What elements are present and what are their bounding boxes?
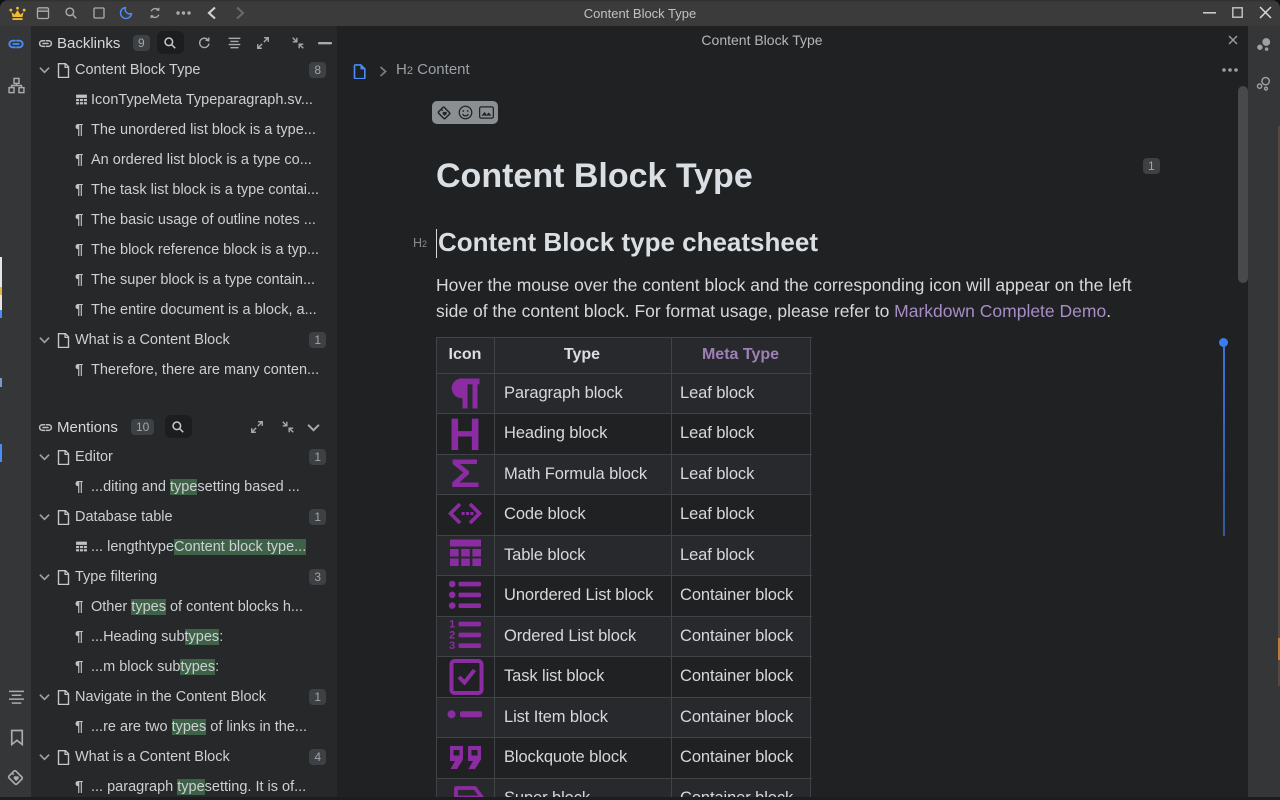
- svg-text:3: 3: [449, 640, 455, 652]
- svg-text:Σ: Σ: [450, 454, 480, 493]
- svg-text:H: H: [449, 414, 482, 453]
